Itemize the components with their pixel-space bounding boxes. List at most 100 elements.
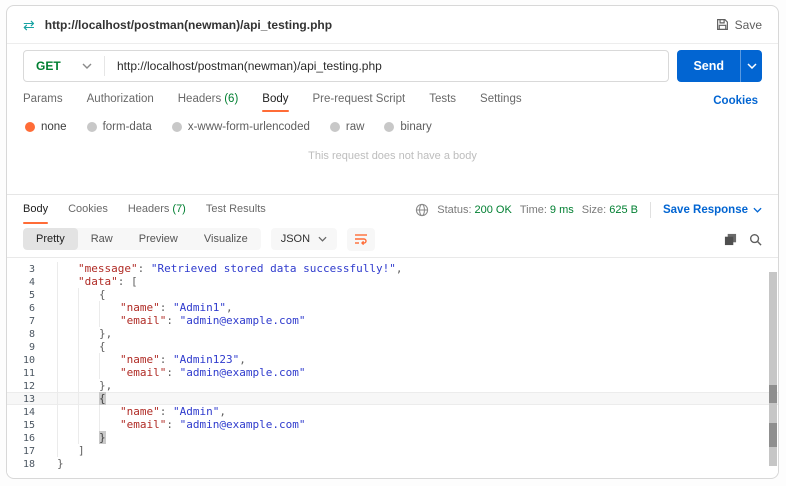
indent-guide bbox=[78, 366, 99, 379]
save-response-button[interactable]: Save Response bbox=[663, 204, 762, 216]
json-punctuation: : bbox=[159, 353, 173, 366]
cookies-link[interactable]: Cookies bbox=[713, 95, 758, 107]
format-select[interactable]: JSON bbox=[270, 228, 338, 250]
code-line[interactable]: 10 "name": "Admin123", bbox=[7, 353, 778, 366]
send-options-button[interactable] bbox=[740, 50, 762, 82]
json-punctuation: } bbox=[99, 431, 106, 444]
tab-label: Headers bbox=[127, 202, 170, 215]
indent-guide bbox=[78, 392, 99, 405]
body-type-raw[interactable]: raw bbox=[329, 120, 365, 133]
tab-label: Settings bbox=[480, 93, 522, 105]
tab-label: Pre-request Script bbox=[312, 93, 406, 105]
radio-label: none bbox=[41, 120, 67, 133]
code-line[interactable]: 13{ bbox=[7, 392, 778, 405]
request-tabs: Params Authorization Headers (6) Body Pre-req… bbox=[7, 88, 778, 113]
tab-label: Body bbox=[23, 202, 49, 215]
tab-authorization[interactable]: Authorization bbox=[87, 89, 154, 112]
tab-body[interactable]: Body bbox=[262, 89, 289, 112]
code-line[interactable]: 14 "name": "Admin", bbox=[7, 405, 778, 418]
code-line[interactable]: 3 "message": "Retrieved stored data succe… bbox=[7, 262, 778, 275]
chevron-down-icon bbox=[82, 63, 92, 69]
code-line[interactable]: 15 "email": "admin@example.com" bbox=[7, 418, 778, 431]
code-line[interactable]: 4 "data": [ bbox=[7, 275, 778, 288]
response-tab-test-results[interactable]: Test Results bbox=[206, 197, 266, 224]
tab-count: (7) bbox=[172, 202, 186, 215]
view-tab-raw[interactable]: Raw bbox=[78, 228, 126, 250]
indent-guide bbox=[57, 275, 78, 288]
indent-guide bbox=[99, 314, 120, 327]
copy-button[interactable] bbox=[724, 233, 737, 246]
status-value: 200 OK bbox=[474, 204, 512, 216]
code-line[interactable]: 12}, bbox=[7, 379, 778, 392]
url-row: GET Send bbox=[7, 44, 778, 88]
search-button[interactable] bbox=[749, 233, 762, 246]
response-tab-headers[interactable]: Headers (7) bbox=[128, 197, 186, 224]
save-button[interactable]: Save bbox=[716, 18, 762, 32]
copy-icon bbox=[724, 233, 737, 246]
json-punctuation: { bbox=[99, 340, 106, 353]
json-string: "Admin1" bbox=[173, 301, 226, 314]
url-input[interactable] bbox=[105, 59, 669, 73]
tab-settings[interactable]: Settings bbox=[480, 89, 522, 112]
code-line[interactable]: 8}, bbox=[7, 327, 778, 340]
view-tab-preview[interactable]: Preview bbox=[126, 228, 191, 250]
line-number: 18 bbox=[22, 459, 35, 470]
json-punctuation: [ bbox=[131, 275, 138, 288]
request-title-bar: ⇄ http://localhost/postman(newman)/api_t… bbox=[7, 6, 778, 44]
response-tab-body[interactable]: Body bbox=[23, 197, 49, 224]
code-line[interactable]: 11 "email": "admin@example.com" bbox=[7, 366, 778, 379]
json-punctuation: } bbox=[57, 457, 64, 470]
json-punctuation: , bbox=[239, 353, 246, 366]
radio-dot bbox=[329, 121, 340, 132]
tab-pre-request-script[interactable]: Pre-request Script bbox=[313, 89, 406, 112]
indent-guide bbox=[78, 327, 99, 340]
code-line[interactable]: 17] bbox=[7, 444, 778, 457]
radio-label: raw bbox=[345, 120, 365, 133]
code-line[interactable]: 16} bbox=[7, 431, 778, 444]
indent-guide bbox=[57, 392, 78, 405]
view-tab-visualize[interactable]: Visualize bbox=[191, 228, 261, 250]
response-view-tabs: Pretty Raw Preview Visualize bbox=[23, 228, 261, 250]
size-badge: Size: 625 B bbox=[582, 204, 638, 216]
method-selector[interactable]: GET bbox=[24, 59, 104, 73]
wrap-lines-button[interactable] bbox=[347, 227, 376, 251]
time-badge: Time: 9 ms bbox=[520, 204, 574, 216]
send-button[interactable]: Send bbox=[677, 50, 762, 82]
code-line[interactable]: 9{ bbox=[7, 340, 778, 353]
code-line[interactable]: 18} bbox=[7, 457, 778, 470]
tab-tests[interactable]: Tests bbox=[429, 89, 456, 112]
response-tab-cookies[interactable]: Cookies bbox=[68, 197, 108, 224]
json-string: "admin@example.com" bbox=[179, 366, 306, 379]
scrollbar-thumb[interactable] bbox=[769, 385, 777, 403]
json-string: "admin@example.com" bbox=[179, 314, 306, 327]
scrollbar-thumb[interactable] bbox=[769, 423, 777, 447]
body-type-none[interactable]: none bbox=[25, 121, 67, 133]
body-type-form-data[interactable]: form-data bbox=[86, 121, 152, 133]
view-tab-pretty[interactable]: Pretty bbox=[23, 228, 78, 250]
json-punctuation: : bbox=[166, 366, 180, 379]
indent-guide bbox=[78, 288, 99, 301]
request-tab-title: http://localhost/postman(newman)/api_tes… bbox=[44, 17, 333, 32]
body-type-binary[interactable]: binary bbox=[384, 121, 432, 133]
body-type-x-www-form-urlencoded[interactable]: x-www-form-urlencoded bbox=[171, 121, 310, 133]
indent-guide bbox=[78, 314, 99, 327]
time-label: Time: bbox=[519, 204, 547, 216]
code-line[interactable]: 5{ bbox=[7, 288, 778, 301]
request-icon: ⇄ bbox=[23, 16, 35, 33]
indent-guide bbox=[57, 301, 78, 314]
toolbar-right bbox=[724, 233, 762, 246]
response-body-editor[interactable]: 3 "message": "Retrieved stored data succe… bbox=[7, 257, 778, 473]
tab-headers[interactable]: Headers (6) bbox=[178, 89, 239, 112]
tab-params[interactable]: Params bbox=[23, 89, 63, 112]
json-punctuation: , bbox=[219, 405, 226, 418]
code-line[interactable]: 7 "email": "admin@example.com" bbox=[7, 314, 778, 327]
tab-label: Cookies bbox=[68, 202, 108, 215]
indent-guide bbox=[99, 418, 120, 431]
radio-dot bbox=[384, 121, 395, 132]
code-line[interactable]: 6 "name": "Admin1", bbox=[7, 301, 778, 314]
response-toolbar: Pretty Raw Preview Visualize JSON bbox=[7, 225, 778, 257]
method-label: GET bbox=[36, 59, 61, 73]
radio-dot bbox=[86, 121, 97, 132]
divider bbox=[649, 202, 651, 218]
status-label: Status: bbox=[437, 204, 472, 216]
